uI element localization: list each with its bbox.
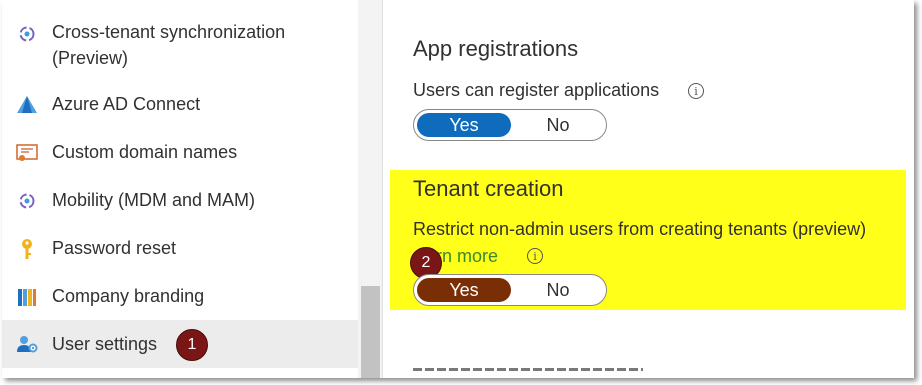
sync-icon bbox=[16, 23, 38, 45]
app-registration-toggle: Yes No bbox=[413, 109, 607, 141]
sidebar-item-custom-domain-names[interactable]: Custom domain names bbox=[2, 138, 358, 168]
sidebar-item-label-line2: (Preview) bbox=[52, 48, 129, 68]
sidebar-item-label: Company branding bbox=[52, 286, 205, 306]
restrict-tenant-creation-label: Restrict non-admin users from creating t… bbox=[413, 219, 867, 239]
azure-ad-connect-icon bbox=[16, 94, 38, 116]
pane-divider bbox=[382, 0, 383, 378]
sidebar-item-label: Custom domain names bbox=[52, 142, 238, 162]
sidebar-item-azure-ad-connect[interactable]: Azure AD Connect bbox=[2, 90, 358, 120]
settings-window: Cross-tenant synchronization (Preview) A… bbox=[2, 0, 914, 378]
users-can-register-label: Users can register applications bbox=[413, 80, 660, 100]
toggle-yes-button[interactable]: Yes bbox=[417, 113, 511, 137]
sidebar-item-password-reset[interactable]: Password reset bbox=[2, 234, 358, 264]
learn-more-link[interactable]: rn more bbox=[436, 246, 498, 267]
info-icon[interactable]: i bbox=[527, 248, 543, 264]
toggle-no-button[interactable]: No bbox=[512, 113, 604, 137]
info-icon[interactable]: i bbox=[688, 83, 704, 99]
sidebar-item-label: Cross-tenant synchronization bbox=[52, 22, 286, 42]
domain-certificate-icon bbox=[16, 142, 38, 164]
sidebar-item-company-branding[interactable]: Company branding bbox=[2, 282, 358, 312]
step-badge-1: 1 bbox=[176, 329, 208, 361]
toggle-no-button[interactable]: No bbox=[512, 278, 604, 302]
sidebar-scrollbar-thumb[interactable] bbox=[361, 286, 380, 378]
sidebar-item-label: Azure AD Connect bbox=[52, 94, 201, 114]
next-section-title-clipped bbox=[413, 368, 653, 378]
tenant-creation-toggle: Yes No bbox=[413, 274, 607, 306]
sidebar-item-cross-tenant-sync[interactable]: Cross-tenant synchronization (Preview) bbox=[2, 14, 358, 74]
clipped-heading-glyphs bbox=[413, 368, 643, 371]
mobility-icon bbox=[16, 190, 38, 212]
sidebar-item-label: Mobility (MDM and MAM) bbox=[52, 190, 256, 210]
sidebar: Cross-tenant synchronization (Preview) A… bbox=[2, 0, 358, 378]
sidebar-item-label: Password reset bbox=[52, 238, 177, 258]
toggle-yes-button[interactable]: Yes bbox=[417, 278, 511, 302]
key-icon bbox=[16, 238, 38, 260]
sidebar-item-mobility[interactable]: Mobility (MDM and MAM) bbox=[2, 186, 358, 216]
tenant-creation-title: Tenant creation bbox=[413, 176, 564, 201]
sidebar-item-label: User settings bbox=[52, 334, 158, 354]
branding-icon bbox=[16, 286, 38, 308]
user-settings-icon bbox=[16, 333, 38, 355]
sidebar-item-user-settings[interactable]: User settings 1 bbox=[2, 320, 358, 368]
app-registrations-title: App registrations bbox=[413, 36, 579, 61]
